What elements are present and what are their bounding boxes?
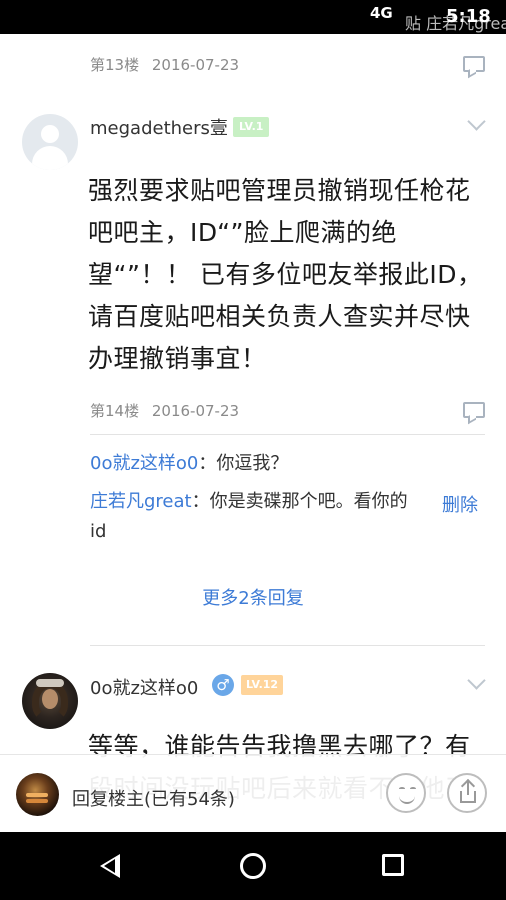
delete-button[interactable]: 删除: [442, 491, 478, 517]
avatar[interactable]: [22, 114, 78, 170]
reply-to-op-input[interactable]: 回复楼主(已有54条): [72, 785, 235, 811]
recents-icon[interactable]: [382, 854, 404, 876]
reply-separator: ：: [191, 491, 210, 512]
network-indicator: 4G: [370, 4, 393, 22]
divider: [90, 645, 485, 646]
post-author[interactable]: megadethers壹: [90, 114, 228, 140]
avatar[interactable]: [22, 673, 78, 729]
reply-item[interactable]: 庄若凡great：你是卖碟那个吧。看你的id: [90, 487, 420, 547]
post-date: 2016-07-23: [151, 56, 240, 74]
male-gender-icon: ♂: [212, 674, 234, 696]
share-button[interactable]: [447, 773, 487, 813]
avatar-body: [32, 146, 68, 170]
emoji-eye: [410, 787, 416, 790]
reply-author[interactable]: 0o就z这样o0: [90, 453, 198, 474]
chevron-down-icon[interactable]: [467, 671, 486, 690]
avatar-hat: [36, 679, 64, 687]
floor-number: 第13楼: [90, 56, 140, 74]
chevron-down-icon[interactable]: [467, 112, 486, 131]
home-icon[interactable]: [240, 853, 266, 879]
status-bar: 4G 贴 庄若凡great 5:18: [0, 0, 506, 34]
level-badge: LV.1: [233, 117, 270, 137]
navigation-bar: [0, 832, 506, 900]
clock: 5:18: [446, 6, 491, 27]
level-badge: LV.12: [241, 675, 284, 695]
floor-13-meta: 第13楼 2016-07-23: [90, 54, 247, 75]
reply-text: 你逗我？: [216, 453, 289, 474]
emoji-mouth: [399, 795, 415, 804]
divider: [90, 434, 485, 435]
user-avatar: [16, 773, 59, 816]
comment-icon[interactable]: [463, 56, 485, 72]
avatar-head: [41, 125, 59, 143]
post-date: 2016-07-23: [151, 402, 240, 420]
reply-author[interactable]: 庄若凡great: [90, 491, 192, 512]
emoji-button[interactable]: [386, 773, 426, 813]
floor-14-meta: 第14楼 2016-07-23: [90, 400, 247, 421]
post-author[interactable]: 0o就z这样o0: [90, 674, 198, 700]
avatar-face: [42, 689, 58, 709]
back-icon[interactable]: [100, 854, 120, 878]
share-arrow-icon: [467, 781, 469, 795]
reply-item[interactable]: 0o就z这样o0：你逗我？: [90, 449, 485, 479]
reply-bar[interactable]: 回复楼主(已有54条): [0, 754, 506, 832]
floor-number: 第14楼: [90, 402, 140, 420]
reply-separator: ：: [198, 453, 217, 474]
post-content: 强烈要求贴吧管理员撤销现任枪花吧吧主，ID“”脸上爬满的绝望“”！！ 已有多位吧…: [88, 176, 483, 373]
emoji-eye: [399, 787, 405, 790]
comment-icon[interactable]: [463, 402, 485, 418]
more-replies-link[interactable]: 更多2条回复: [0, 584, 506, 610]
